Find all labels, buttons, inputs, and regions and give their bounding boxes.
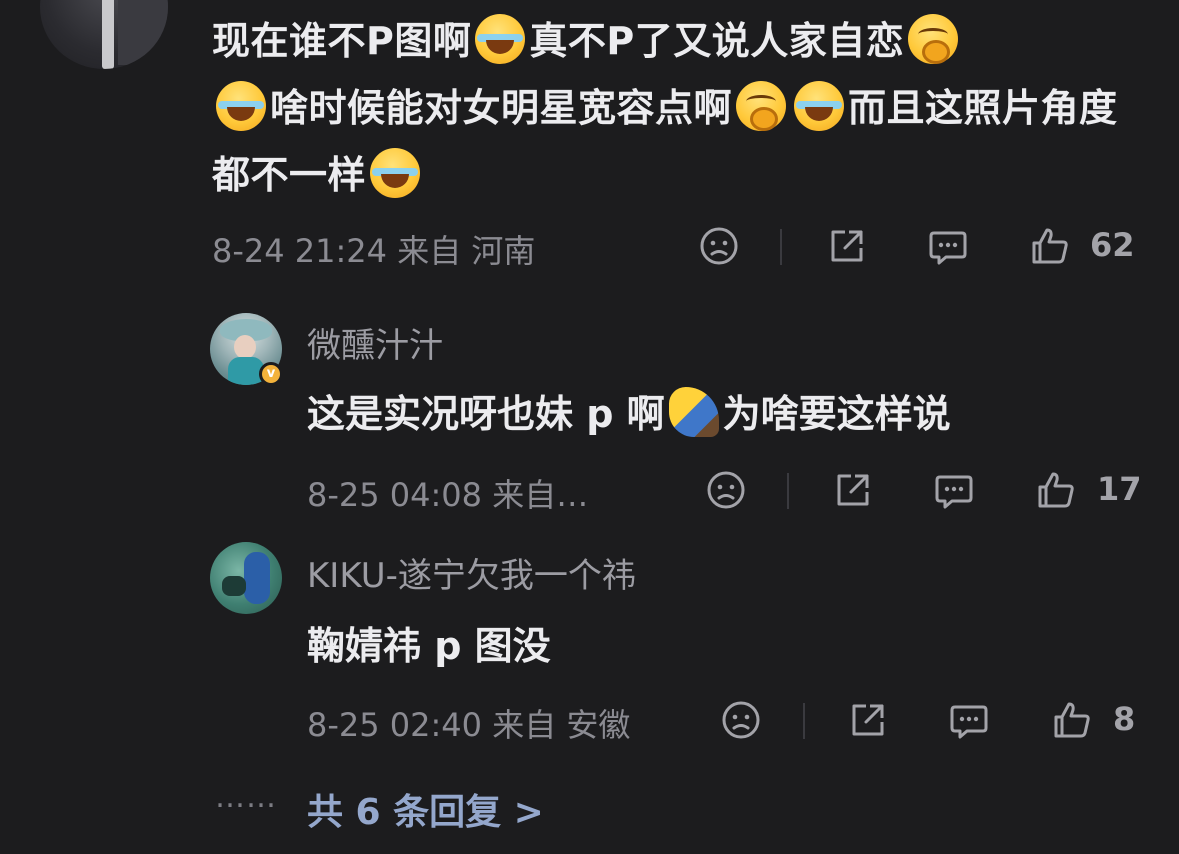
comment-text-part: 啥时候能对女明星宽容点啊 (270, 86, 733, 130)
reply-text-part: 这是实况呀也妹 p 啊 (307, 392, 665, 436)
share-icon[interactable] (846, 698, 890, 742)
reply-meta: 8-25 02:40 来自 安徽 (307, 700, 630, 746)
comment-time: 8-24 21:24 (212, 232, 388, 270)
avatar-image-detail (118, 0, 168, 65)
reply-username[interactable]: 微醺汁汁 (307, 318, 443, 367)
avatar-image-detail (234, 335, 256, 359)
share-icon[interactable] (825, 224, 869, 268)
more-replies-dots: …… (215, 780, 277, 815)
reply-text: 这是实况呀也妹 p 啊 为啥要这样说 (307, 383, 951, 438)
avatar-image-detail (102, 0, 114, 69)
hold-back-tears-emoji (908, 14, 959, 64)
reply-time: 8-25 04:08 (307, 476, 483, 514)
more-replies-link[interactable]: 共 6 条回复 > (307, 783, 544, 835)
sad-face-icon[interactable] (719, 698, 763, 742)
reply-location: 来自… (492, 476, 589, 514)
commenter-avatar[interactable] (40, 0, 168, 69)
comment-icon[interactable] (932, 468, 976, 512)
laugh-cry-emoji (475, 14, 526, 64)
reply-time: 8-25 02:40 (307, 706, 483, 744)
action-divider (787, 473, 789, 509)
verified-badge: v (259, 362, 283, 386)
laugh-cry-emoji (216, 81, 266, 131)
like-icon[interactable] (1034, 468, 1078, 512)
comment-icon[interactable] (947, 698, 991, 742)
comment-icon[interactable] (926, 224, 970, 268)
reply-username[interactable]: KIKU-遂宁欠我一个祎 (307, 548, 636, 597)
reply-avatar[interactable] (210, 542, 282, 614)
comment-text-part: 真不P了又说人家自恋 (529, 19, 905, 63)
like-icon[interactable] (1028, 224, 1072, 268)
comment-meta: 8-24 21:24 来自 河南 (212, 226, 535, 272)
avatar-image-detail (222, 576, 246, 596)
like-count: 62 (1090, 226, 1135, 264)
reply-text: 鞠婧祎 p 图没 (307, 624, 551, 668)
reply-location: 来自 安徽 (492, 706, 631, 744)
like-count: 8 (1113, 700, 1136, 738)
hold-back-tears-emoji (736, 81, 787, 131)
main-comment-text: 现在谁不P图啊 真不P了又说人家自恋 啥时候能对女明星宽容点啊 而且这照片角度都不一样 (212, 8, 1142, 209)
action-divider (803, 703, 805, 739)
sad-face-icon[interactable] (704, 468, 748, 512)
reply-text-part: 为啥要这样说 (722, 392, 951, 436)
bow-emoji (668, 387, 719, 437)
laugh-cry-emoji (794, 81, 845, 131)
laugh-cry-emoji (370, 148, 421, 198)
comment-location: 来自 河南 (397, 232, 536, 270)
reply-meta: 8-25 04:08 来自… (307, 470, 588, 516)
comment-text-part: 现在谁不P图啊 (212, 19, 472, 63)
sad-face-icon[interactable] (697, 224, 741, 268)
like-icon[interactable] (1050, 698, 1094, 742)
action-divider (780, 229, 782, 265)
share-icon[interactable] (831, 468, 875, 512)
avatar-image-detail (244, 552, 270, 604)
like-count: 17 (1097, 470, 1142, 508)
